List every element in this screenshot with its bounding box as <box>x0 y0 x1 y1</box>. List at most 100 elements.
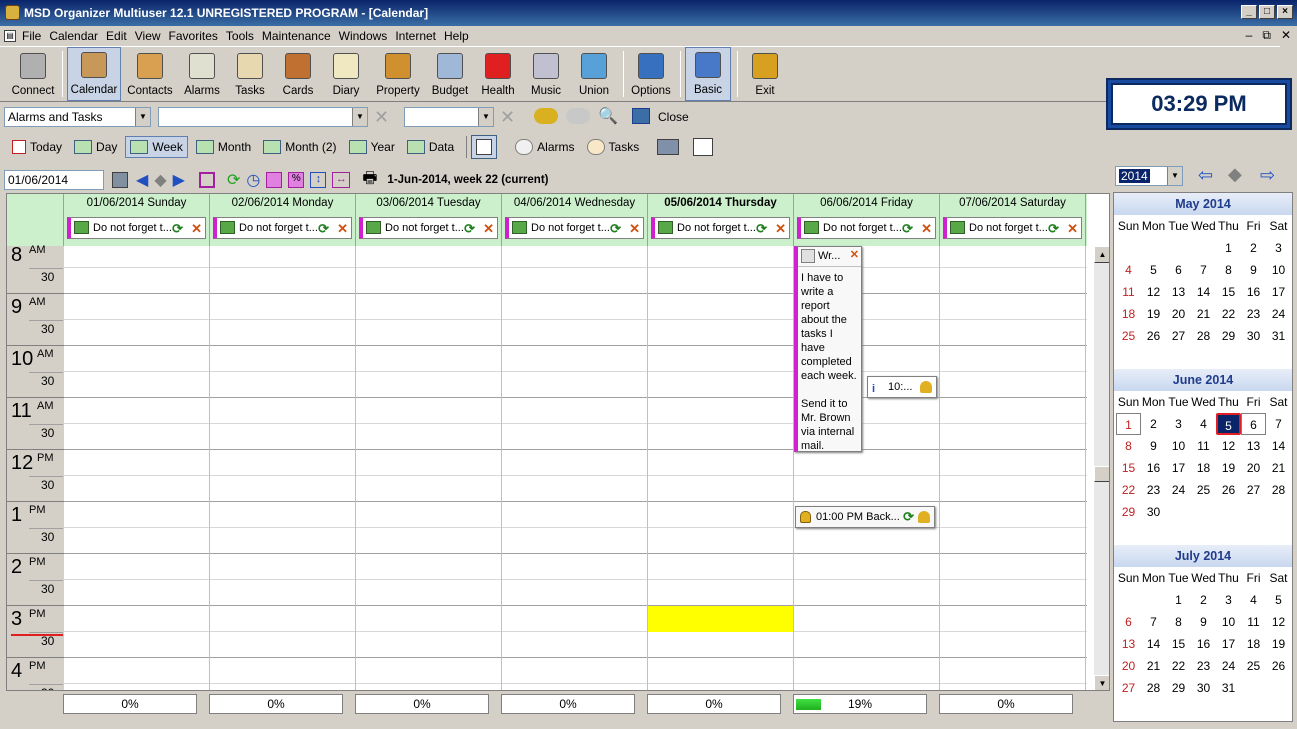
view-month-button[interactable]: Month <box>192 137 255 157</box>
day-cell[interactable]: 19 <box>1216 457 1241 479</box>
day-cell[interactable]: 15 <box>1116 457 1141 479</box>
day-cell[interactable]: 4 <box>1241 589 1266 611</box>
day-header[interactable]: 06/06/2014 Friday <box>794 194 940 214</box>
item-select[interactable]: ▼ <box>158 107 368 127</box>
clear-x-icon[interactable]: ✕ <box>500 107 515 128</box>
date-input[interactable]: 01/06/2014 <box>4 170 104 190</box>
day-cell[interactable]: 18 <box>1241 633 1266 655</box>
day-cell[interactable]: 31 <box>1266 325 1291 347</box>
task-item[interactable]: Do not forget t... ⟳ ✕ <box>505 217 644 239</box>
day-cell[interactable]: 11 <box>1241 611 1266 633</box>
day-cell[interactable]: 1 <box>1116 413 1141 435</box>
day-cell[interactable]: 22 <box>1166 655 1191 677</box>
day-cell[interactable]: 7 <box>1266 413 1291 435</box>
day-cell[interactable]: 16 <box>1241 281 1266 303</box>
day-cell[interactable]: 11 <box>1191 435 1216 457</box>
view-week-button[interactable]: Week <box>125 136 188 158</box>
task-item[interactable]: Do not forget t... ⟳ ✕ <box>943 217 1082 239</box>
day-cell[interactable]: 25 <box>1116 325 1141 347</box>
day-cell[interactable]: 9 <box>1141 435 1166 457</box>
current-diamond-icon[interactable]: ◆ <box>154 170 166 190</box>
day-cell[interactable]: 8 <box>1166 611 1191 633</box>
task-item[interactable]: Do not forget t... ⟳ ✕ <box>797 217 936 239</box>
toolbar-calendar-button[interactable]: Calendar <box>67 47 121 101</box>
day-cell[interactable]: 23 <box>1191 655 1216 677</box>
toolbar-union-button[interactable]: Union <box>571 47 617 101</box>
day-cell[interactable]: 22 <box>1216 303 1241 325</box>
menu-windows[interactable]: Windows <box>339 29 396 43</box>
day-cell[interactable]: 17 <box>1216 633 1241 655</box>
day-cell[interactable]: 9 <box>1191 611 1216 633</box>
day-cell[interactable]: 28 <box>1141 677 1166 699</box>
chevron-down-icon[interactable]: ▼ <box>478 108 493 126</box>
toolbar-basic-button[interactable]: Basic <box>685 47 731 101</box>
minimize-button[interactable]: _ <box>1241 5 1257 19</box>
tasks-dropdown-button[interactable]: Tasks <box>583 136 644 158</box>
mdi-doc-icon[interactable]: ▤ <box>4 30 16 42</box>
task-item[interactable]: Do not forget t... ⟳ ✕ <box>651 217 790 239</box>
expand-horizontal-icon[interactable]: ↔ <box>332 172 351 188</box>
day-cell[interactable]: 23 <box>1241 303 1266 325</box>
day-cell[interactable]: 2 <box>1241 237 1266 259</box>
day-cell[interactable]: 15 <box>1166 633 1191 655</box>
day-cell[interactable]: 29 <box>1116 501 1141 523</box>
day-cell[interactable]: 13 <box>1166 281 1191 303</box>
alarm-event[interactable]: i 10:... <box>867 376 937 398</box>
current-month-icon[interactable]: ◆ <box>1228 164 1242 185</box>
mdi-close-button[interactable]: ✕ <box>1281 28 1291 43</box>
day-cell[interactable]: 27 <box>1116 677 1141 699</box>
day-cell[interactable]: 23 <box>1141 479 1166 501</box>
sub-select[interactable]: ▼ <box>404 107 494 127</box>
mdi-minimize-button[interactable]: – <box>1246 28 1253 43</box>
toolbar-exit-button[interactable]: Exit <box>742 47 788 101</box>
day-cell[interactable]: 28 <box>1266 479 1291 501</box>
day-cell[interactable]: 16 <box>1191 633 1216 655</box>
export-grid-icon[interactable] <box>693 138 714 156</box>
day-cell[interactable]: 18 <box>1191 457 1216 479</box>
day-header[interactable]: 02/06/2014 Monday <box>210 194 356 214</box>
day-cell[interactable]: 5 <box>1216 413 1241 435</box>
toolbar-music-button[interactable]: Music <box>523 47 569 101</box>
day-cell[interactable]: 29 <box>1216 325 1241 347</box>
day-cell[interactable]: 26 <box>1266 655 1291 677</box>
report-event[interactable]: Wr... ✕ I have to write a report about the… <box>794 246 862 452</box>
day-cell[interactable]: 8 <box>1116 435 1141 457</box>
day-cell[interactable]: 11 <box>1116 281 1141 303</box>
day-cell[interactable]: 31 <box>1216 677 1241 699</box>
day-cell[interactable]: 12 <box>1266 611 1291 633</box>
day-cell[interactable]: 24 <box>1216 655 1241 677</box>
time-grid[interactable]: Wr... ✕ I have to write a report about the… <box>64 246 1087 690</box>
delete-x-icon[interactable]: ✕ <box>374 107 389 128</box>
day-cell[interactable]: 7 <box>1141 611 1166 633</box>
prev-arrow-icon[interactable]: ◀ <box>136 170 148 190</box>
backup-event[interactable]: 01:00 PM Back... ⟳ <box>795 506 935 528</box>
day-cell[interactable]: 24 <box>1166 479 1191 501</box>
print-preview-icon[interactable] <box>657 139 680 155</box>
day-cell[interactable]: 14 <box>1266 435 1291 457</box>
chevron-down-icon[interactable]: ▼ <box>135 108 150 126</box>
day-cell[interactable]: 10 <box>1266 259 1291 281</box>
day-cell[interactable]: 27 <box>1166 325 1191 347</box>
day-cell[interactable]: 14 <box>1141 633 1166 655</box>
toolbar-cards-button[interactable]: Cards <box>275 47 321 101</box>
next-arrow-icon[interactable]: ▶ <box>173 170 185 190</box>
maximize-button[interactable]: □ <box>1259 5 1275 19</box>
mdi-restore-button[interactable]: ⧉ <box>1262 28 1271 43</box>
menu-file[interactable]: File <box>22 29 49 43</box>
day-cell[interactable]: 2 <box>1191 589 1216 611</box>
category-select[interactable]: Alarms and Tasks ▼ <box>4 107 151 127</box>
day-cell[interactable]: 5 <box>1266 589 1291 611</box>
view-month-2-button[interactable]: Month (2) <box>259 137 340 157</box>
expand-vertical-icon[interactable]: ↕ <box>310 172 327 188</box>
task-item[interactable]: Do not forget t... ⟳ ✕ <box>67 217 206 239</box>
task-item[interactable]: Do not forget t... ⟳ ✕ <box>359 217 498 239</box>
scroll-down-icon[interactable]: ▼ <box>1094 675 1109 690</box>
view-data-button[interactable]: Data <box>403 137 458 157</box>
day-cell[interactable]: 17 <box>1166 457 1191 479</box>
day-cell[interactable]: 8 <box>1216 259 1241 281</box>
day-cell[interactable]: 12 <box>1141 281 1166 303</box>
calendar-31-button[interactable] <box>471 135 498 159</box>
vertical-scrollbar[interactable]: ▲ ▼ <box>1094 246 1109 690</box>
day-cell[interactable]: 4 <box>1116 259 1141 281</box>
menu-calendar[interactable]: Calendar <box>49 29 106 43</box>
